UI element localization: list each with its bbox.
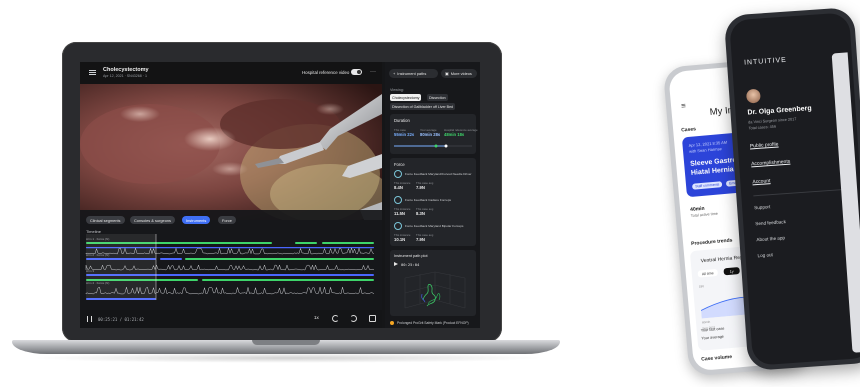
instrument-path-card: Instrument path plot 00:25:04 (390, 250, 476, 316)
procedure-subtitle: Apr 12, 2021 · SN43268 · 1 (103, 74, 147, 78)
timeline-band-green (202, 279, 374, 281)
menu-public-profile[interactable]: Public profile (750, 141, 779, 149)
surgical-video[interactable] (80, 84, 382, 220)
force-card: Force Force Feedback Maryland/Curved Nee… (390, 158, 476, 246)
surgical-video-frame (80, 84, 382, 220)
more-videos-label: More videos (450, 71, 472, 76)
phone-front-screen: INTUITIVE Dr. Olga Greenberg da Vinci Su… (729, 12, 860, 366)
brand-logo: INTUITIVE (743, 56, 788, 67)
warning-dot-icon (390, 321, 394, 325)
total-time-label: Total active time (690, 211, 719, 219)
hospital-reference-toggle[interactable] (351, 69, 362, 75)
instrument-path-plot[interactable] (395, 270, 471, 314)
filter-1y[interactable]: 1y (723, 267, 740, 276)
forward-icon[interactable] (350, 315, 357, 322)
force-instrument-name: Force Feedback Maryland Bipolar Forceps (405, 224, 464, 228)
cases-label[interactable]: Cases (681, 126, 696, 133)
hospital-reference-label: Hospital reference video (302, 70, 350, 75)
fullscreen-icon[interactable] (369, 315, 376, 322)
procedure-trends-label[interactable]: Procedure trends (691, 237, 733, 247)
phone-front: INTUITIVE Dr. Olga Greenberg da Vinci Su… (723, 6, 860, 372)
menu-send-feedback[interactable]: Send feedback (755, 219, 786, 226)
hamburger-menu-icon[interactable] (89, 70, 96, 75)
profile-role-2: Total cases: 456 (748, 124, 777, 131)
force-b-value: 8.3N (416, 211, 425, 216)
duration-stat-value: 48min 18s (444, 132, 465, 137)
more-options-icon[interactable]: ··· (370, 69, 376, 75)
breadcrumb-procedure[interactable]: Cholecystectomy (390, 94, 422, 101)
laptop-shadow (30, 353, 545, 363)
insights-sidebar: + Instrument paths ▣ More videos Viewing… (385, 62, 480, 328)
duration-card: Duration This case 55min 22s Your averag… (390, 114, 478, 154)
time-readout: 00:25:21 / 01:21:42 (98, 316, 144, 322)
timeline-band-green (295, 242, 317, 244)
force-a-value: 11.5N (394, 211, 405, 216)
play-icon[interactable] (394, 262, 398, 266)
menu-account[interactable]: Account (752, 178, 770, 185)
duration-stat-value: 80min 28s (420, 132, 441, 137)
case-chip[interactable]: Staff comments (691, 181, 723, 190)
player-controls: 00:25:21 / 01:21:42 1x (80, 310, 382, 328)
force-b-value: 7.9N (416, 185, 425, 190)
menu-icon[interactable]: ≡ (681, 101, 686, 110)
filter-all-time[interactable]: All time (697, 268, 718, 278)
force-instrument-icon (394, 222, 402, 230)
timeline-band-blue (160, 258, 182, 260)
force-instrument-name: Force Feedback Cadiere Forceps (405, 198, 452, 202)
video-column: Cholecystectomy Apr 12, 2021 · SN43268 ·… (80, 62, 382, 328)
force-instrument-name: Force Feedback Maryland/Curved Needle Dr… (405, 172, 472, 176)
more-videos-button[interactable]: ▣ More videos (441, 69, 477, 78)
force-a-value: 8.4N (394, 185, 403, 190)
legend-text: Prolonged ProGrit Safety Mark (Product E… (397, 320, 469, 325)
force-title: Force (394, 162, 405, 167)
menu-divider (753, 189, 844, 196)
laptop-screen: Cholecystectomy Apr 12, 2021 · SN43268 ·… (80, 62, 480, 328)
instrument-paths-label: Instrument paths (397, 71, 427, 76)
video-icon: ▣ (445, 71, 449, 76)
rewind-icon[interactable] (332, 315, 339, 322)
menu-about[interactable]: About the app (756, 235, 785, 242)
force-instrument-icon (394, 196, 402, 204)
force-a-value: 10.1N (394, 237, 406, 242)
laptop-notch (252, 340, 320, 345)
force-b-value: 7.9N (416, 237, 425, 242)
plus-icon: + (393, 71, 396, 76)
menu-accomplishments[interactable]: Accomplishments (751, 159, 791, 168)
instrument-path-time: 00:25:04 (401, 262, 420, 267)
profile-name: Dr. Olga Greenberg (747, 105, 812, 117)
instrument-paths-button[interactable]: + Instrument paths (389, 69, 438, 78)
playback-speed-button[interactable]: 1x (314, 315, 319, 320)
case-volume-label[interactable]: Case volume (701, 354, 732, 363)
tab-instruments[interactable]: Instruments (182, 216, 211, 224)
playhead-range (86, 234, 156, 300)
breadcrumb-step[interactable]: Dissection of Gallbladder off Liver Bed (390, 103, 456, 110)
duration-bar (394, 144, 472, 148)
marketing-stage: Cholecystectomy Apr 12, 2021 · SN43268 ·… (0, 0, 860, 387)
breadcrumb-phase[interactable]: Dissection (427, 94, 448, 101)
y-low-label: 60min (701, 319, 711, 325)
video-header: Cholecystectomy Apr 12, 2021 · SN43268 ·… (80, 62, 382, 84)
profile-role-1: da Vinci Surgeon since 2017 (748, 117, 797, 125)
tab-clinical-segments[interactable]: Clinical segments (86, 216, 125, 224)
menu-log-out[interactable]: Log out (757, 252, 773, 258)
force-instrument-icon (394, 170, 402, 178)
pause-icon[interactable] (87, 316, 92, 322)
viewing-label: Viewing: (390, 88, 404, 92)
procedure-title: Cholecystectomy (103, 67, 149, 73)
underlying-app-edge (831, 52, 860, 353)
duration-stat-value: 55min 22s (394, 132, 415, 137)
menu-support[interactable]: Support (754, 204, 770, 210)
instrument-path-title: Instrument path plot (394, 254, 428, 258)
timeline-band-green (185, 258, 374, 260)
tab-consoles-surgeons[interactable]: Consoles & surgeons (130, 216, 175, 224)
timeline-band-green (322, 242, 374, 244)
timeline-chart[interactable]: Arm 1 · Force (N) Arm 2 · Force (N) Arm … (80, 234, 382, 304)
duration-title: Duration (394, 118, 410, 123)
tab-force[interactable]: Force (218, 216, 236, 224)
avatar[interactable] (745, 88, 761, 104)
